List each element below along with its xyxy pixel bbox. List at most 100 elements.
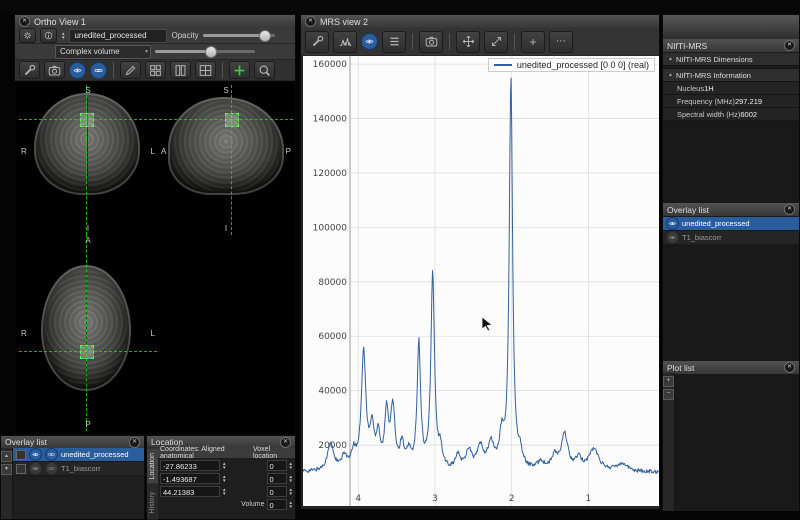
coronal-view[interactable]: S R L I	[19, 85, 157, 235]
nifti-mrs-panel: NIfTI-MRS ✕ ▲ NIfTI-MRS Dimensions ▲ NIf…	[663, 39, 799, 203]
section-label: NIfTI-MRS Dimensions	[675, 54, 753, 64]
visibility-toggle[interactable]	[29, 448, 42, 461]
more-options-button[interactable]: ⋯	[549, 30, 573, 53]
volume-spinner[interactable]: ▲ ▼	[289, 500, 293, 509]
plot-list-button[interactable]	[382, 30, 406, 53]
eye-icon	[669, 220, 676, 227]
close-icon[interactable]: ✕	[784, 362, 795, 373]
remove-plot-button[interactable]: −	[663, 389, 674, 400]
volume-slider-thumb[interactable]	[205, 46, 217, 58]
overlay-list-title-bar: Overlay list ✕	[663, 203, 799, 217]
plot-settings-button[interactable]	[305, 30, 329, 53]
close-icon[interactable]: ✕	[19, 16, 30, 27]
volume-slider[interactable]	[155, 46, 255, 58]
legend-swatch	[493, 64, 512, 66]
volume-field[interactable]: 0	[266, 499, 287, 510]
svg-text:2: 2	[509, 494, 515, 504]
tab-location[interactable]: Location	[147, 448, 158, 484]
section-label: NIfTI-MRS Information	[675, 70, 751, 80]
orientation-label-inferior: I	[224, 224, 228, 233]
nifti-title-bar: NIfTI-MRS ✕	[663, 39, 799, 53]
svg-text:140000: 140000	[313, 115, 348, 125]
sagittal-view[interactable]: S A P I	[159, 85, 293, 235]
close-icon[interactable]: ✕	[784, 204, 795, 215]
voxel-y-spinner[interactable]: ▲ ▼	[289, 474, 293, 483]
wrench-icon	[311, 35, 324, 48]
plus-icon: +	[529, 34, 537, 49]
gear-button[interactable]	[19, 28, 36, 43]
spectrum-mode-button[interactable]	[333, 30, 357, 53]
voxel-x-field[interactable]: 0	[266, 460, 287, 471]
zoom-button[interactable]	[254, 61, 275, 79]
selected-overlay-name[interactable]: unedited_processed	[69, 28, 168, 43]
opacity-slider[interactable]	[202, 30, 275, 42]
chevron-down-icon: ▾	[144, 48, 148, 55]
show-plot-button[interactable]	[361, 33, 378, 50]
world-y-spinner[interactable]: ▲ ▼	[222, 474, 226, 483]
toggle-overlay-visibility-button[interactable]	[69, 61, 86, 79]
toolbar-divider	[113, 62, 114, 78]
overlay-spinner[interactable]: ▲ ▼	[61, 31, 65, 40]
world-x-spinner[interactable]: ▲ ▼	[222, 461, 226, 470]
axial-view[interactable]: A R L P	[19, 235, 157, 431]
world-x-field[interactable]: -27.86233	[160, 460, 220, 471]
tab-history[interactable]: History	[147, 483, 158, 519]
close-icon[interactable]: ✕	[129, 436, 140, 448]
coronal-brain-image	[34, 93, 140, 195]
voxel-z-field[interactable]: 0	[266, 486, 287, 497]
column-layout-button[interactable]	[170, 61, 191, 79]
info-icon	[44, 31, 53, 40]
coords-header-row: Coordinates: Aligned anatomical Voxel lo…	[158, 446, 295, 460]
voxel-y-field[interactable]: 0	[266, 473, 287, 484]
move-overlay-up-button[interactable]: ▲	[1, 451, 12, 462]
link-views-button[interactable]	[90, 61, 107, 79]
crosshair-plus-icon	[233, 64, 246, 77]
add-plot-button[interactable]: +	[521, 30, 545, 53]
orientation-label-superior: S	[223, 86, 229, 95]
info-button[interactable]	[40, 28, 57, 43]
add-plot-button[interactable]: +	[663, 376, 674, 387]
voxel-z-spinner[interactable]: ▲ ▼	[289, 487, 293, 496]
property-row: Frequency (MHz) 297.219	[663, 95, 799, 108]
overlay-item-selected[interactable]: unedited_processed	[13, 448, 144, 462]
overlay-list-title: Overlay list	[5, 437, 48, 447]
svg-text:40000: 40000	[318, 387, 347, 397]
pan-tool-button[interactable]	[456, 30, 480, 53]
link-icon	[94, 66, 103, 75]
close-icon[interactable]: ✕	[784, 40, 795, 51]
voxel-x-spinner[interactable]: ▲ ▼	[289, 461, 293, 470]
world-z-spinner[interactable]: ▲ ▼	[222, 487, 226, 496]
crosshair-button[interactable]	[229, 61, 250, 79]
overlay-list-panel-right: Overlay list ✕ unedited_processed T1_bia…	[663, 203, 799, 361]
spin-down-icon[interactable]: ▼	[61, 35, 65, 40]
overlay-item-label: unedited_processed	[61, 450, 129, 459]
visibility-toggle[interactable]	[666, 231, 679, 244]
canvas-layout-button[interactable]	[195, 61, 216, 79]
zoom-tool-button[interactable]	[484, 30, 508, 53]
volume-mode-select[interactable]: Complex volume ▾	[55, 44, 151, 59]
section-dimensions[interactable]: ▲ NIfTI-MRS Dimensions	[663, 53, 799, 66]
visibility-toggle[interactable]	[666, 217, 679, 230]
close-icon[interactable]: ✕	[305, 16, 316, 27]
grid-layout-button[interactable]	[145, 61, 166, 79]
screenshot-button[interactable]	[419, 30, 443, 53]
settings-button[interactable]	[19, 61, 40, 79]
overlay-item-selected[interactable]: unedited_processed	[663, 217, 799, 231]
opacity-label: Opacity	[171, 31, 199, 40]
property-label: Nucleus	[677, 83, 705, 93]
eye-icon	[73, 66, 82, 75]
screenshot-button[interactable]	[44, 61, 65, 79]
overlay-item[interactable]: T1_biascorr	[13, 462, 144, 476]
world-z-field[interactable]: 44.21383	[160, 486, 220, 497]
edit-mode-button[interactable]	[120, 61, 141, 79]
visibility-toggle[interactable]	[29, 462, 42, 475]
spectrum-plot[interactable]: 20000 40000 60000 80000 100000 120000 140000 16…	[302, 56, 659, 506]
move-overlay-down-button[interactable]: ▼	[1, 464, 12, 475]
overlay-item[interactable]: T1_biascorr	[663, 231, 799, 245]
link-toggle[interactable]	[45, 448, 58, 461]
section-information[interactable]: ▲ NIfTI-MRS Information	[663, 69, 799, 82]
world-y-field[interactable]: -1.493687	[160, 473, 220, 484]
opacity-slider-thumb[interactable]	[258, 30, 271, 42]
link-toggle[interactable]	[45, 462, 58, 475]
crosshair-vertical	[231, 85, 232, 235]
